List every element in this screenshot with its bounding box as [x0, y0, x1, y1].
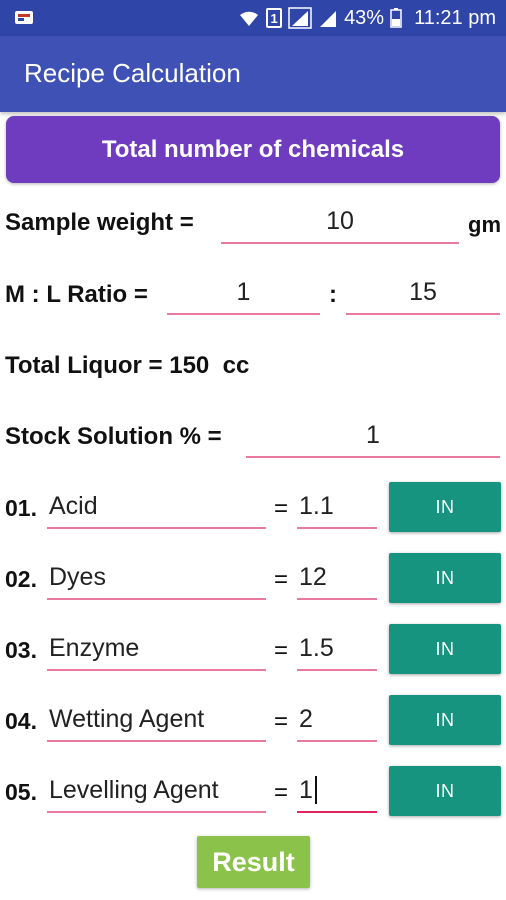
sample-weight-input[interactable]: 10 — [221, 200, 459, 244]
l-ratio-input[interactable]: 15 — [346, 271, 500, 315]
battery-icon — [390, 8, 402, 28]
chemical-name-input[interactable]: Wetting Agent — [47, 698, 266, 742]
total-liquor-label: Total Liquor = 150 cc — [5, 352, 250, 379]
sample-weight-unit: gm — [468, 212, 501, 237]
chemical-number: 03. — [5, 637, 37, 663]
sample-weight-label: Sample weight = — [5, 209, 194, 236]
equals-sign: = — [274, 708, 289, 735]
in-button[interactable]: IN — [389, 766, 501, 816]
chemical-name-input[interactable]: Enzyme — [47, 627, 266, 671]
status-indicators: 1 43% 11:21 pm — [238, 5, 496, 31]
ml-ratio-label: M : L Ratio = — [5, 281, 148, 308]
equals-sign: = — [274, 566, 289, 593]
ratio-separator: : — [329, 281, 337, 308]
app-title: Recipe Calculation — [24, 58, 241, 88]
equals-sign: = — [274, 495, 289, 522]
chemical-name-input[interactable]: Levelling Agent — [47, 769, 266, 813]
app-bar: Recipe Calculation — [0, 36, 506, 112]
sim-label: 1 — [270, 10, 278, 26]
status-bar: 1 43% 11:21 pm — [0, 0, 506, 36]
in-button[interactable]: IN — [389, 695, 501, 745]
chemical-name-input[interactable]: Acid — [47, 485, 266, 529]
in-button[interactable]: IN — [389, 553, 501, 603]
chemical-number: 04. — [5, 708, 37, 734]
signal-icon — [288, 7, 312, 29]
chemical-value-input[interactable]: 1.1 — [297, 485, 377, 529]
in-button[interactable]: IN — [389, 624, 501, 674]
signal-icon — [320, 11, 337, 27]
chemical-value-text: 1 — [299, 775, 313, 804]
battery-percent: 43% — [344, 6, 385, 29]
chemical-value-input-focused[interactable]: 1 — [297, 769, 377, 813]
chemical-number: 01. — [5, 495, 37, 521]
wifi-icon — [240, 11, 259, 26]
sim-icon: 1 — [266, 8, 283, 28]
text-caret — [314, 776, 317, 804]
chemical-value-input[interactable]: 12 — [297, 556, 377, 600]
notification-app-icon — [15, 11, 33, 24]
chemical-number: 05. — [5, 779, 37, 805]
stock-solution-label: Stock Solution % = — [5, 423, 222, 450]
chemical-name-input[interactable]: Dyes — [47, 556, 266, 600]
equals-sign: = — [274, 637, 289, 664]
chemical-value-input[interactable]: 2 — [297, 698, 377, 742]
total-chemicals-button[interactable]: Total number of chemicals — [6, 116, 500, 183]
m-ratio-input[interactable]: 1 — [167, 271, 320, 315]
chemical-number: 02. — [5, 566, 37, 592]
equals-sign: = — [274, 779, 289, 806]
status-time: 11:21 pm — [414, 6, 496, 29]
result-button[interactable]: Result — [197, 836, 310, 888]
stock-solution-input[interactable]: 1 — [246, 414, 500, 458]
chemical-value-input[interactable]: 1.5 — [297, 627, 377, 671]
in-button[interactable]: IN — [389, 482, 501, 532]
